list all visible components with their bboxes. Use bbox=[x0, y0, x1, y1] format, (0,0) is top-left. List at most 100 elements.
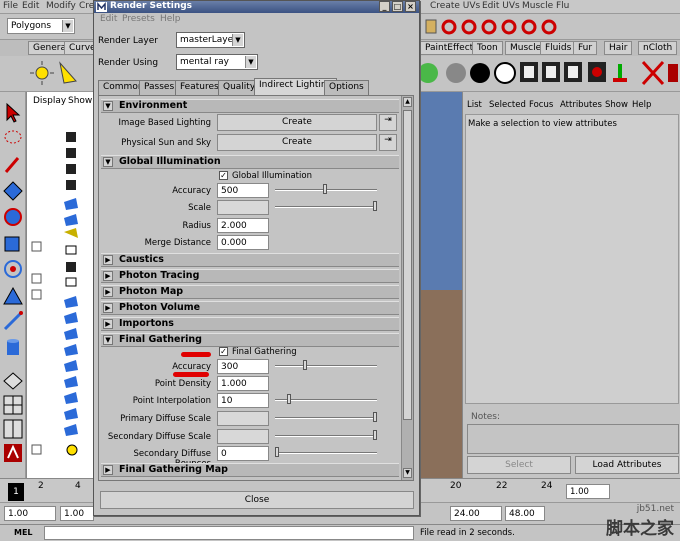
close-button[interactable]: Close bbox=[100, 491, 414, 509]
viewport-ground[interactable] bbox=[420, 290, 462, 482]
mode-selector[interactable]: Polygons ▼ bbox=[7, 18, 75, 34]
lasso-tool-icon[interactable] bbox=[2, 128, 24, 150]
fg-checkbox[interactable]: ✓ bbox=[219, 347, 228, 356]
section-caustics[interactable]: ▶ Caustics bbox=[101, 253, 399, 267]
layout-four-icon[interactable] bbox=[2, 394, 24, 416]
section-final-gathering-map[interactable]: ▶ Final Gathering Map bbox=[101, 463, 399, 477]
fg-point-density-field[interactable]: 1.000 bbox=[217, 376, 269, 391]
gi-scale-slider[interactable] bbox=[275, 206, 377, 208]
show-manip-icon[interactable] bbox=[2, 310, 24, 332]
scroll-down-icon[interactable]: ▼ bbox=[403, 468, 412, 478]
window-titlebar[interactable]: Render Settings _ □ × bbox=[94, 1, 419, 13]
fg-point-interp-field[interactable]: 10 bbox=[217, 393, 269, 408]
cylinder-icon[interactable] bbox=[2, 336, 24, 358]
fg-accuracy-field[interactable]: 300 bbox=[217, 359, 269, 374]
layout-two-icon[interactable] bbox=[2, 418, 24, 440]
attr-menu-focus[interactable]: Focus bbox=[529, 100, 553, 110]
menu-fluids[interactable]: Flu bbox=[556, 1, 569, 11]
shelf-tab-fur[interactable]: Fur bbox=[573, 41, 598, 55]
fg-accuracy-slider[interactable] bbox=[275, 365, 377, 367]
range-start-field[interactable]: 1.00 bbox=[4, 506, 56, 521]
close-icon[interactable]: × bbox=[405, 1, 416, 12]
mel-input[interactable] bbox=[44, 526, 414, 540]
range-end-field[interactable]: 24.00 bbox=[450, 506, 502, 521]
render-using-select[interactable]: mental ray ▼ bbox=[176, 54, 258, 70]
shelf-tab-fluids[interactable]: Fluids bbox=[540, 41, 577, 55]
gi-merge-field[interactable]: 0.000 bbox=[217, 235, 269, 250]
slider-thumb[interactable] bbox=[373, 412, 377, 422]
render-layer-select[interactable]: masterLayer ▼ bbox=[176, 32, 245, 48]
fg-secondary-bounces-slider[interactable] bbox=[275, 452, 377, 454]
range-end2-field[interactable]: 48.00 bbox=[505, 506, 545, 521]
paint-select-icon[interactable] bbox=[2, 154, 24, 176]
slider-thumb[interactable] bbox=[287, 394, 291, 404]
outliner-menu-show[interactable]: Show bbox=[68, 96, 92, 106]
rs-menu-presets[interactable]: Presets bbox=[122, 14, 155, 24]
shelf-tab-hair[interactable]: Hair bbox=[604, 41, 633, 55]
section-environment[interactable]: ▼ Environment bbox=[101, 99, 399, 113]
attr-menu-attributes[interactable]: Attributes bbox=[560, 100, 602, 110]
scroll-up-icon[interactable]: ▲ bbox=[403, 97, 412, 107]
move-tool-icon[interactable] bbox=[2, 180, 24, 202]
notes-field[interactable] bbox=[467, 424, 679, 454]
rs-menu-edit[interactable]: Edit bbox=[100, 14, 117, 24]
layout-single-icon[interactable] bbox=[2, 370, 24, 392]
minimize-icon[interactable]: _ bbox=[379, 1, 390, 12]
menu-modify[interactable]: Modify bbox=[46, 1, 76, 11]
menu-create-uvs[interactable]: Create UVs bbox=[430, 1, 480, 11]
fg-secondary-bounces-field[interactable]: 0 bbox=[217, 446, 269, 461]
select-button[interactable]: Select bbox=[467, 456, 571, 474]
section-final-gathering[interactable]: ▼ Final Gathering bbox=[101, 333, 399, 347]
menu-edit[interactable]: Edit bbox=[22, 1, 39, 11]
fg-secondary-diffuse-slider[interactable] bbox=[275, 435, 377, 437]
slider-thumb[interactable] bbox=[323, 184, 327, 194]
menu-muscle[interactable]: Muscle bbox=[522, 1, 553, 11]
gi-accuracy-field[interactable]: 500 bbox=[217, 183, 269, 198]
render-shelf-icons[interactable] bbox=[418, 58, 680, 88]
timeline-current-field[interactable]: 1.00 bbox=[566, 484, 610, 499]
attr-menu-show[interactable]: Show bbox=[605, 100, 628, 110]
tab-passes[interactable]: Passes bbox=[139, 80, 180, 95]
fg-primary-diffuse-slider[interactable] bbox=[275, 417, 377, 419]
slider-thumb[interactable] bbox=[275, 447, 279, 457]
universal-manip-icon[interactable] bbox=[2, 258, 24, 280]
map-button-icon[interactable]: ⇥ bbox=[379, 134, 397, 151]
load-attributes-button[interactable]: Load Attributes bbox=[575, 456, 679, 474]
shelf-tab-ncloth[interactable]: nCloth bbox=[638, 41, 678, 55]
rotate-tool-icon[interactable] bbox=[2, 206, 24, 228]
menu-edit-uvs[interactable]: Edit UVs bbox=[482, 1, 520, 11]
scale-tool-icon[interactable] bbox=[2, 232, 24, 254]
status-icons[interactable] bbox=[424, 17, 559, 37]
fg-primary-diffuse-swatch[interactable] bbox=[217, 411, 269, 426]
gi-scale-swatch[interactable] bbox=[217, 200, 269, 215]
scroll-thumb[interactable] bbox=[403, 110, 412, 420]
soft-mod-icon[interactable] bbox=[2, 284, 24, 306]
ibl-create-button[interactable]: Create bbox=[217, 114, 377, 131]
slider-thumb[interactable] bbox=[303, 360, 307, 370]
maximize-icon[interactable]: □ bbox=[392, 1, 403, 12]
rs-menu-help[interactable]: Help bbox=[160, 14, 181, 24]
outliner-menu-display[interactable]: Display bbox=[33, 96, 66, 106]
menu-file[interactable]: File bbox=[3, 1, 18, 11]
attr-menu-selected[interactable]: Selected bbox=[489, 100, 526, 110]
gi-checkbox[interactable]: ✓ bbox=[219, 171, 228, 180]
fg-secondary-diffuse-swatch[interactable] bbox=[217, 429, 269, 444]
attr-menu-list[interactable]: List bbox=[467, 100, 482, 110]
sun-sky-create-button[interactable]: Create bbox=[217, 134, 377, 151]
section-photon-volume[interactable]: ▶ Photon Volume bbox=[101, 301, 399, 315]
section-global-illumination[interactable]: ▼ Global Illumination bbox=[101, 155, 399, 169]
map-button-icon[interactable]: ⇥ bbox=[379, 114, 397, 131]
gi-radius-field[interactable]: 2.000 bbox=[217, 218, 269, 233]
select-tool-icon[interactable] bbox=[2, 102, 24, 124]
hypershade-icon[interactable] bbox=[2, 442, 24, 464]
outliner-items[interactable] bbox=[30, 128, 94, 458]
shelf-tab-toon[interactable]: Toon bbox=[472, 41, 503, 55]
light-tools-icons[interactable] bbox=[30, 59, 90, 87]
tab-features[interactable]: Features bbox=[175, 80, 224, 95]
slider-thumb[interactable] bbox=[373, 430, 377, 440]
section-importons[interactable]: ▶ Importons bbox=[101, 317, 399, 331]
panel-scrollbar[interactable]: ▲ ▼ bbox=[401, 96, 413, 480]
tab-options[interactable]: Options bbox=[324, 80, 369, 95]
attr-menu-help[interactable]: Help bbox=[632, 100, 651, 110]
section-photon-map[interactable]: ▶ Photon Map bbox=[101, 285, 399, 299]
